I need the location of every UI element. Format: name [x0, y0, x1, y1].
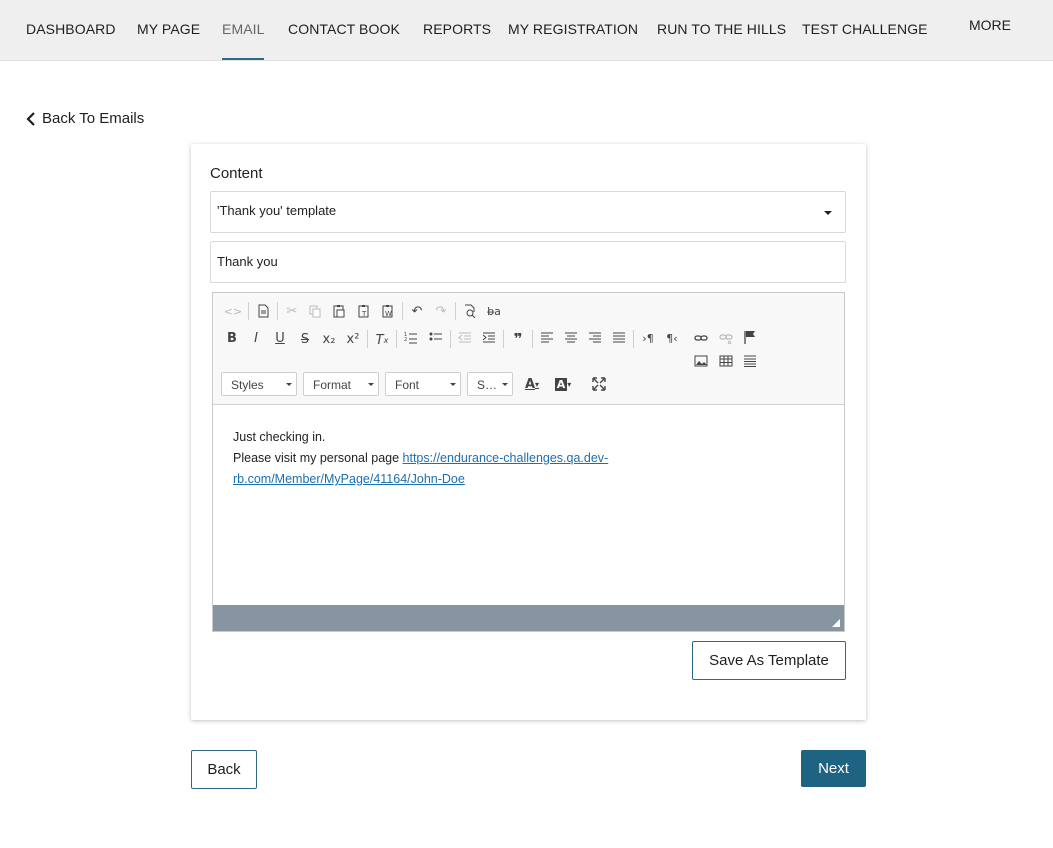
ltr-icon[interactable]: ›¶: [638, 328, 658, 348]
nav-item-label: MY PAGE: [137, 21, 201, 37]
back-to-emails-link[interactable]: Back To Emails: [26, 110, 144, 127]
indent-icon[interactable]: [479, 328, 499, 348]
body-line-1: Just checking in.: [233, 430, 326, 444]
nav-item-label: CONTACT BOOK: [288, 21, 400, 37]
rich-text-editor: <> ✂ T W ↶ ↷ b̶a B I U S x₂ x² Tx 12 ❞ ›…: [212, 292, 845, 632]
nav-item-label: EMAIL: [222, 21, 265, 37]
redo-icon[interactable]: ↷: [431, 301, 451, 321]
nav-more-menu[interactable]: MORE: [969, 17, 1011, 33]
nav-item-my-page[interactable]: MY PAGE: [137, 0, 201, 61]
nav-item-label: MY REGISTRATION: [508, 21, 639, 37]
subject-input[interactable]: Thank you: [210, 241, 846, 283]
back-button[interactable]: Back: [191, 750, 257, 789]
align-left-icon[interactable]: [537, 328, 557, 348]
nav-item-label: TEST CHALLENGE: [802, 21, 928, 37]
maximize-icon[interactable]: [589, 374, 609, 394]
text-color-icon[interactable]: A ▾: [522, 374, 542, 394]
size-dropdown[interactable]: S…: [467, 372, 513, 396]
subscript-icon[interactable]: x₂: [319, 329, 339, 349]
chevron-left-icon: [26, 111, 35, 126]
undo-icon[interactable]: ↶: [407, 301, 427, 321]
editor-content-area[interactable]: Just checking in. Please visit my person…: [213, 405, 844, 605]
editor-toolbar: <> ✂ T W ↶ ↷ b̶a B I U S x₂ x² Tx 12 ❞ ›…: [213, 293, 844, 405]
format-dropdown-label: Format: [313, 378, 352, 392]
top-nav: DASHBOARD MY PAGE EMAIL CONTACT BOOK REP…: [0, 0, 1053, 61]
styles-dropdown-label: Styles: [231, 378, 264, 392]
blockquote-icon[interactable]: ❞: [508, 329, 528, 349]
personal-page-link-cont[interactable]: rb.com/Member/MyPage/41164/John-Doe: [233, 472, 465, 486]
find-icon[interactable]: [460, 301, 480, 321]
rtl-icon[interactable]: ¶‹: [662, 328, 682, 348]
outdent-icon[interactable]: [455, 328, 475, 348]
bulleted-list-icon[interactable]: [426, 328, 446, 348]
replace-icon[interactable]: b̶a: [484, 301, 504, 321]
paste-icon[interactable]: [329, 301, 349, 321]
remove-format-icon[interactable]: Tx: [372, 330, 392, 350]
numbered-list-icon[interactable]: 12: [401, 328, 421, 348]
size-dropdown-label: S…: [477, 378, 498, 392]
cut-icon[interactable]: ✂: [282, 301, 302, 321]
nav-item-test-challenge[interactable]: TEST CHALLENGE: [802, 0, 928, 61]
back-to-emails-label: Back To Emails: [42, 110, 145, 127]
nav-item-my-registration[interactable]: MY REGISTRATION: [508, 0, 638, 61]
paste-text-icon[interactable]: T: [354, 301, 374, 321]
nav-item-contact-book[interactable]: CONTACT BOOK: [288, 0, 400, 61]
nav-item-email[interactable]: EMAIL: [222, 0, 264, 61]
body-line-2-text: Please visit my personal page: [233, 451, 403, 465]
align-justify-icon[interactable]: [609, 328, 629, 348]
background-color-icon[interactable]: A ▾: [553, 374, 573, 394]
subject-input-value: Thank you: [217, 254, 278, 269]
resize-grip-icon[interactable]: [832, 619, 840, 627]
align-right-icon[interactable]: [585, 328, 605, 348]
personal-page-link[interactable]: https://endurance-challenges.qa.dev-: [403, 451, 609, 465]
table-icon[interactable]: [716, 351, 736, 371]
superscript-icon[interactable]: x²: [343, 329, 363, 349]
unlink-icon[interactable]: [716, 328, 736, 348]
bold-icon[interactable]: B: [222, 328, 242, 348]
styles-dropdown[interactable]: Styles: [221, 372, 297, 396]
strikethrough-icon[interactable]: S: [295, 329, 315, 349]
image-icon[interactable]: [691, 351, 711, 371]
email-content-card: Content 'Thank you' template Thank you <…: [191, 144, 866, 720]
nav-item-reports[interactable]: REPORTS: [423, 0, 491, 61]
content-label: Content: [210, 165, 263, 182]
editor-status-bar: [213, 605, 844, 631]
font-dropdown-label: Font: [395, 378, 420, 392]
svg-text:T: T: [361, 310, 367, 318]
nav-item-dashboard[interactable]: DASHBOARD: [26, 0, 116, 61]
body-line-2: Please visit my personal page https://en…: [233, 448, 824, 469]
caret-down-icon: [824, 211, 832, 215]
body-line-3: rb.com/Member/MyPage/41164/John-Doe: [233, 469, 824, 490]
new-page-icon[interactable]: [253, 301, 273, 321]
save-as-template-button[interactable]: Save As Template: [692, 641, 846, 680]
paste-word-icon[interactable]: W: [378, 301, 398, 321]
next-button[interactable]: Next: [801, 750, 866, 787]
copy-icon[interactable]: [305, 301, 325, 321]
template-select[interactable]: 'Thank you' template: [210, 191, 846, 233]
format-dropdown[interactable]: Format: [303, 372, 379, 396]
horizontal-rule-icon[interactable]: [740, 351, 760, 371]
nav-item-label: REPORTS: [423, 21, 492, 37]
anchor-flag-icon[interactable]: [740, 327, 760, 347]
svg-text:W: W: [385, 310, 392, 318]
template-select-value: 'Thank you' template: [217, 203, 337, 218]
nav-item-label: DASHBOARD: [26, 21, 116, 37]
svg-text:2: 2: [404, 337, 407, 343]
italic-icon[interactable]: I: [246, 328, 266, 348]
font-dropdown[interactable]: Font: [385, 372, 461, 396]
nav-item-label: RUN TO THE HILLS: [657, 21, 787, 37]
underline-icon[interactable]: U: [270, 328, 290, 348]
nav-item-run-to-the-hills[interactable]: RUN TO THE HILLS: [657, 0, 786, 61]
link-icon[interactable]: [691, 328, 711, 348]
align-center-icon[interactable]: [561, 328, 581, 348]
source-icon[interactable]: <>: [223, 301, 243, 321]
